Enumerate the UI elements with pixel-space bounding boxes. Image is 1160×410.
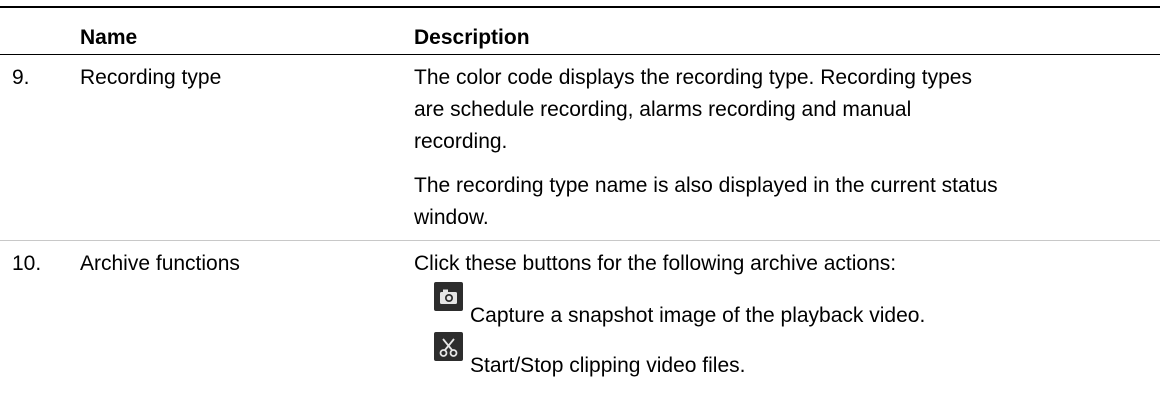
row-name: Recording type (80, 66, 222, 89)
header-description: Description (414, 26, 530, 49)
action-label: Start/Stop clipping video files. (470, 354, 746, 377)
row-number: 10. (12, 252, 42, 275)
header-rule (0, 54, 1160, 55)
header-name: Name (80, 26, 138, 49)
row-description-line: are schedule recording, alarms recording… (414, 98, 912, 121)
row-note-line: The recording type name is also displaye… (414, 174, 998, 197)
row-note-line: window. (414, 206, 489, 229)
row-number: 9. (12, 66, 30, 89)
scissors-icon (434, 332, 463, 361)
row-description-line: The color code displays the recording ty… (414, 66, 972, 89)
row-intro: Click these buttons for the following ar… (414, 252, 897, 275)
action-label: Capture a snapshot image of the playback… (470, 304, 926, 327)
camera-icon (434, 282, 463, 311)
row-description-line: recording. (414, 130, 508, 153)
row-name: Archive functions (80, 252, 240, 275)
table-top-rule (0, 6, 1160, 8)
row-divider (0, 240, 1160, 241)
